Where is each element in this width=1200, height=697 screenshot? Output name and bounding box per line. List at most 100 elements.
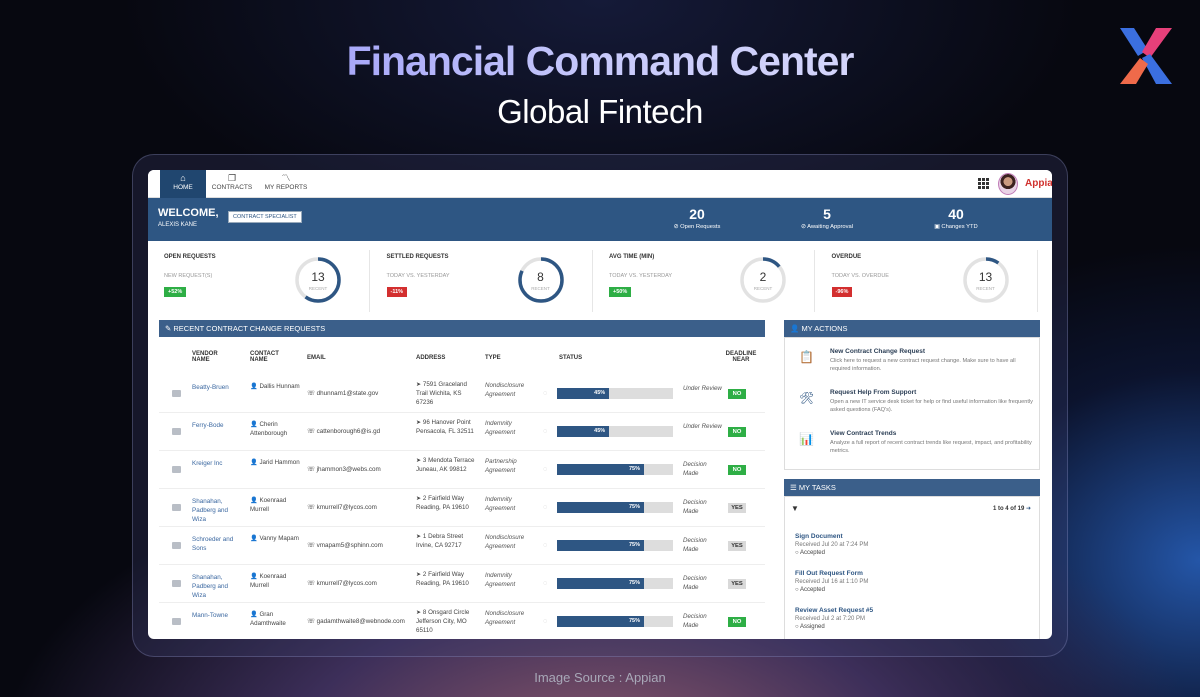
app-grid-icon[interactable] bbox=[978, 178, 989, 189]
contact-name: 👤 Vanny Mapam bbox=[250, 534, 304, 543]
progress-bar: 75% bbox=[557, 578, 673, 589]
col-email[interactable]: EMAIL bbox=[307, 355, 326, 361]
table-row[interactable]: Mann-Towne 👤 Gran Adamthwaite ☏ gadamthwai… bbox=[159, 603, 765, 639]
message-icon[interactable] bbox=[172, 390, 181, 397]
stat-label: ▣ Changes YTD bbox=[934, 224, 978, 230]
vendor-link[interactable]: Mann-Towne bbox=[192, 611, 242, 620]
filter-icon[interactable]: ▼ bbox=[791, 504, 799, 513]
type: Partnership Agreement bbox=[485, 458, 517, 474]
stat-changes-ytd[interactable]: 40 ▣ Changes YTD bbox=[901, 206, 1011, 230]
progress-fill: 75% bbox=[557, 464, 644, 475]
email-text: dhunnam1@state.gov bbox=[316, 390, 379, 397]
table-row[interactable]: Schroeder and Sons 👤 Vanny Mapam ☏ vmapam5… bbox=[159, 527, 765, 565]
email-text: cattenborough6@is.gd bbox=[316, 428, 381, 435]
contact-text: Dallis Hunnam bbox=[259, 383, 300, 390]
stat-awaiting-approval[interactable]: 5 ⊘ Awaiting Approval bbox=[772, 206, 882, 230]
kpi-ring[interactable]: 13 RECENT bbox=[961, 255, 1011, 305]
col-address[interactable]: ADDRESS bbox=[416, 355, 445, 361]
next-page-icon[interactable]: ➜ bbox=[1026, 506, 1031, 512]
message-icon[interactable] bbox=[172, 504, 181, 511]
table-row[interactable]: Shanahan, Padberg and Wiza 👤 Koenraad Mur… bbox=[159, 489, 765, 527]
kpi-ring-label: RECENT bbox=[976, 286, 995, 291]
kpi-title: OVERDUE bbox=[831, 254, 862, 260]
col-contact[interactable]: CONTACT NAME bbox=[250, 351, 290, 363]
address-text: 2 Fairfield Way Reading, PA 19610 bbox=[416, 571, 469, 587]
task-status-text: Assigned bbox=[799, 624, 825, 630]
email[interactable]: ☏ gadamthwaite8@webnode.com bbox=[307, 618, 417, 625]
task-status: ○ Accepted bbox=[795, 587, 1035, 593]
task-status-text: Accepted bbox=[799, 587, 825, 593]
progress-bar: 75% bbox=[557, 464, 673, 475]
message-icon[interactable] bbox=[172, 466, 181, 473]
action-title[interactable]: New Contract Change Request bbox=[830, 348, 925, 355]
progress-fill: 75% bbox=[557, 578, 644, 589]
tasks-pager[interactable]: 1 to 4 of 19 ➜ bbox=[993, 505, 1031, 512]
type: Indemnity Agreement bbox=[485, 572, 516, 588]
address-text: 2 Fairfield Way Reading, PA 19610 bbox=[416, 495, 469, 511]
email-icon: ☏ bbox=[307, 428, 317, 435]
address-text: 7591 Graceland Trail Wichita, KS 67236 bbox=[416, 381, 467, 406]
kpi-card: AVG TIME (MIN) TODAY VS. YESTERDAY +50% 2 RE… bbox=[593, 250, 815, 312]
task-item[interactable]: Fill Out Request Form Received Jul 16 at … bbox=[795, 570, 1035, 593]
progress-bar: 75% bbox=[557, 616, 673, 627]
address: ➤ 8 Onsgard Circle Jefferson City, MO 65… bbox=[416, 608, 480, 635]
email-icon: ☏ bbox=[307, 504, 317, 511]
email[interactable]: ☏ kmurrell7@lycos.com bbox=[307, 504, 417, 511]
message-icon[interactable] bbox=[172, 618, 181, 625]
address-text: 96 Hanover Point Pensacola, FL 32511 bbox=[416, 419, 474, 435]
col-status[interactable]: STATUS bbox=[559, 355, 582, 361]
email[interactable]: ☏ vmapam5@sphinn.com bbox=[307, 542, 417, 549]
tab-contracts[interactable]: ❐ CONTRACTS bbox=[210, 170, 254, 198]
action-title[interactable]: Request Help From Support bbox=[830, 389, 916, 396]
vendor-link[interactable]: Shanahan, Padberg and Wiza bbox=[192, 573, 242, 600]
col-type[interactable]: TYPE bbox=[485, 355, 501, 361]
task-title[interactable]: Fill Out Request Form bbox=[795, 570, 1035, 577]
location-icon: ➤ bbox=[416, 495, 423, 502]
vendor-link[interactable]: Beatty-Bruen bbox=[192, 383, 242, 392]
message-icon[interactable] bbox=[172, 428, 181, 435]
table-row[interactable]: Ferry-Bode 👤 Cherin Attenborough ☏ cattenb… bbox=[159, 413, 765, 451]
email-icon: ☏ bbox=[307, 390, 317, 397]
email[interactable]: ☏ dhunnam1@state.gov bbox=[307, 390, 417, 397]
vendor-link[interactable]: Schroeder and Sons bbox=[192, 535, 242, 553]
tab-my-reports[interactable]: 〽 MY REPORTS bbox=[261, 170, 311, 198]
message-icon[interactable] bbox=[172, 542, 181, 549]
tab-home[interactable]: ⌂ HOME bbox=[160, 170, 206, 198]
col-vendor[interactable]: VENDOR NAME bbox=[192, 351, 232, 363]
stat-open-requests[interactable]: 20 ⊘ Open Requests bbox=[642, 206, 752, 230]
message-icon[interactable] bbox=[172, 580, 181, 587]
vendor-link[interactable]: Ferry-Bode bbox=[192, 421, 242, 430]
kpi-value: 2 bbox=[759, 270, 767, 284]
email[interactable]: ☏ jhammon3@webs.com bbox=[307, 466, 417, 473]
progress-fill: 45% bbox=[557, 426, 610, 437]
task-item[interactable]: Review Asset Request #5 Received Jul 2 at… bbox=[795, 607, 1035, 630]
type: Nondisclosure Agreement bbox=[485, 610, 525, 626]
deadline-badge: NO bbox=[728, 465, 746, 475]
location-icon: ➤ bbox=[416, 533, 423, 540]
task-item[interactable]: Sign Document Received Jul 20 at 7:24 PM ○… bbox=[795, 533, 1035, 556]
col-deadline[interactable]: DEADLINE NEAR bbox=[721, 351, 761, 363]
task-title[interactable]: Sign Document bbox=[795, 533, 1035, 540]
kpi-ring[interactable]: 13 RECENT bbox=[293, 255, 343, 305]
email-icon: ☏ bbox=[307, 618, 317, 625]
stat-value: 40 bbox=[948, 206, 964, 222]
kpi-ring[interactable]: 2 RECENT bbox=[738, 255, 788, 305]
table-row[interactable]: Kreiger Inc 👤 Jarid Hammon ☏ jhammon3@webs… bbox=[159, 451, 765, 489]
my-tasks-panel: ▼ 1 to 4 of 19 ➜ Sign Document Received J… bbox=[784, 496, 1040, 639]
address: ➤ 7591 Graceland Trail Wichita, KS 67236 bbox=[416, 380, 480, 407]
table-row[interactable]: Beatty-Bruen 👤 Dallis Hunnam ☏ dhunnam1@st… bbox=[159, 375, 765, 413]
kpi-subtitle: NEW REQUEST(S) bbox=[164, 273, 213, 279]
kpi-ring[interactable]: 8 RECENT bbox=[516, 255, 566, 305]
kpi-title: SETTLED REQUESTS bbox=[386, 254, 449, 260]
email[interactable]: ☏ kmurrell7@lycos.com bbox=[307, 580, 417, 587]
address-text: 3 Mendota Terrace Juneau, AK 99812 bbox=[416, 457, 475, 473]
action-title[interactable]: View Contract Trends bbox=[830, 430, 896, 437]
task-title[interactable]: Review Asset Request #5 bbox=[795, 607, 1035, 614]
vendor-link[interactable]: Kreiger Inc bbox=[192, 459, 242, 468]
table-row[interactable]: Shanahan, Padberg and Wiza 👤 Koenraad Mur… bbox=[159, 565, 765, 603]
task-status: ○ Accepted bbox=[795, 550, 1035, 556]
email[interactable]: ☏ cattenborough6@is.gd bbox=[307, 428, 417, 435]
vendor-link[interactable]: Shanahan, Padberg and Wiza bbox=[192, 497, 242, 524]
avatar[interactable] bbox=[998, 173, 1018, 195]
kpi-value: 13 bbox=[311, 270, 325, 284]
